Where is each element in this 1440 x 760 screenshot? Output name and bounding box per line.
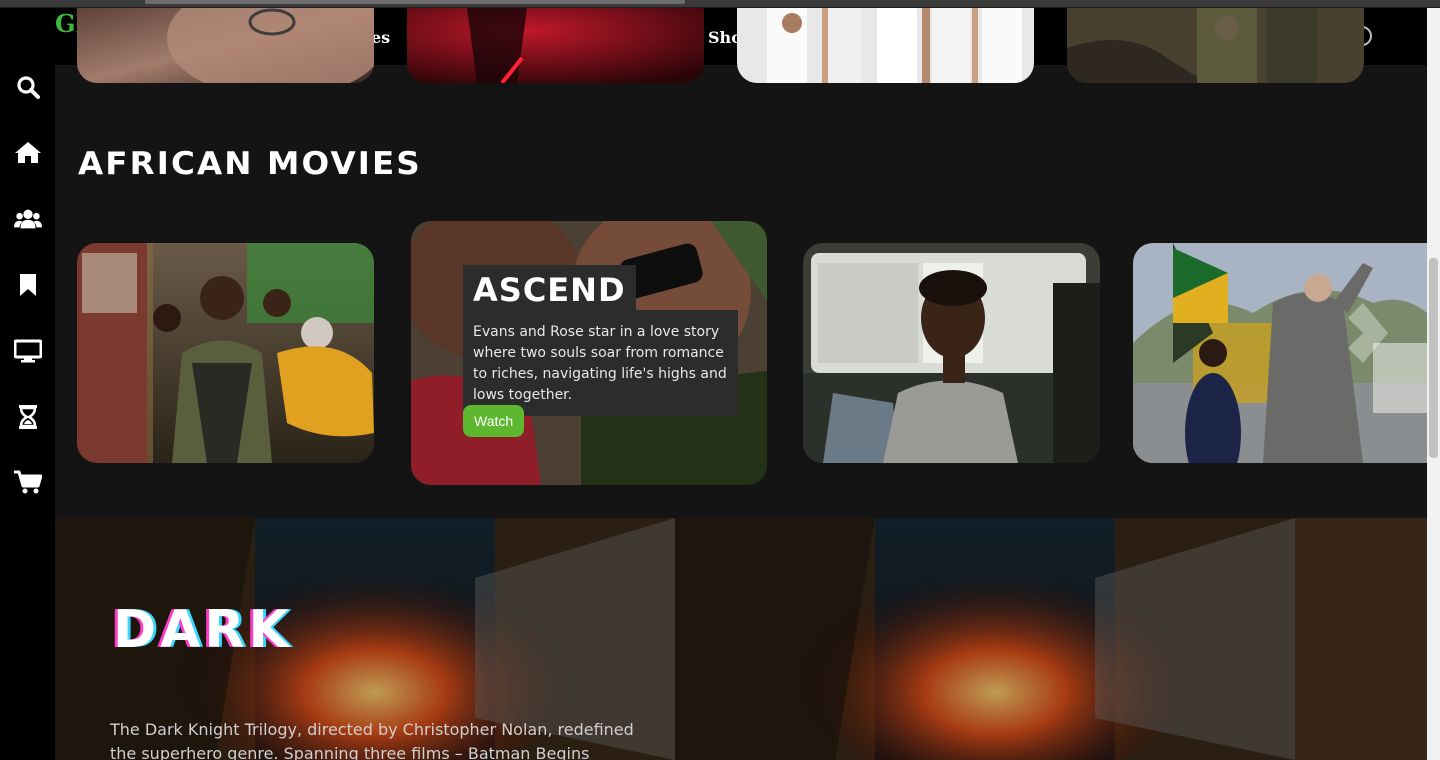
users-icon[interactable] (14, 206, 42, 232)
search-icon[interactable] (14, 74, 42, 100)
watch-button[interactable]: Watch (463, 405, 525, 437)
card-title: ASCEND (463, 265, 636, 311)
movie-poster (803, 243, 1100, 463)
page-scrollbar[interactable] (1427, 8, 1440, 760)
movie-card[interactable] (803, 243, 1100, 463)
bookmark-icon[interactable] (14, 272, 42, 298)
movie-poster (1133, 243, 1427, 463)
movie-poster (407, 8, 704, 83)
card-description: Evans and Rose star in a love story wher… (463, 310, 738, 416)
featured-movie-card[interactable]: ASCEND Evans and Rose star in a love sto… (411, 221, 767, 485)
sidebar (0, 8, 55, 760)
scrollbar-thumb[interactable] (1429, 258, 1438, 458)
movie-poster (77, 8, 374, 83)
movie-card-top-2[interactable] (407, 8, 704, 83)
hero-title: DARK (113, 600, 293, 660)
movie-card[interactable] (1133, 243, 1427, 463)
cart-icon[interactable] (14, 469, 42, 495)
hero-banner: DARK The Dark Knight Trilogy, directed b… (55, 518, 1427, 760)
tab-bar (145, 0, 685, 4)
browser-top-strip (0, 0, 1440, 8)
home-icon[interactable] (14, 139, 42, 165)
movie-card[interactable] (77, 243, 374, 463)
movie-card-top-3[interactable] (737, 8, 1034, 83)
hourglass-icon[interactable] (14, 404, 42, 430)
movie-card-top-1[interactable] (77, 8, 374, 83)
section-title: AFRICAN MOVIES (78, 146, 422, 182)
movie-card-top-4[interactable] (1067, 8, 1364, 83)
movie-poster (737, 8, 1034, 83)
main-content: GM es Sho (55, 8, 1427, 760)
hero-description: The Dark Knight Trilogy, directed by Chr… (110, 720, 634, 760)
movie-poster (1067, 8, 1364, 83)
movie-poster (77, 243, 374, 463)
tv-icon[interactable] (14, 338, 42, 364)
